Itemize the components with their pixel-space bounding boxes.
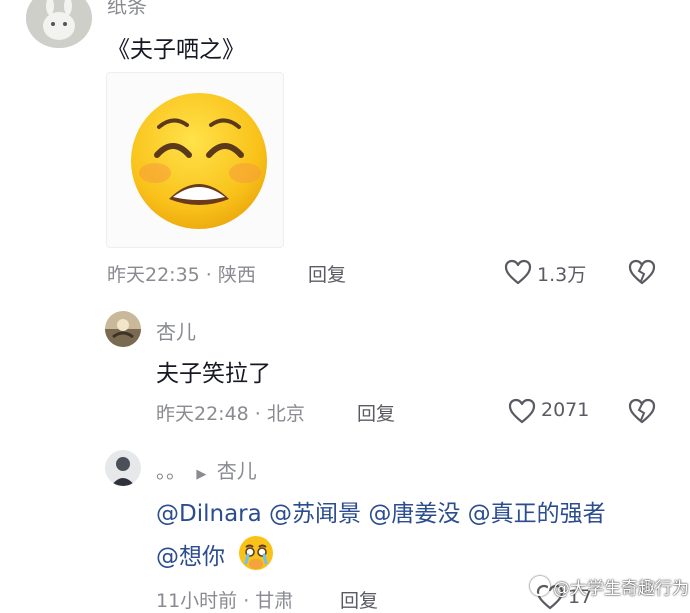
reply-username[interactable]: 杏儿 [156,316,196,345]
heart-icon[interactable] [504,259,532,285]
reply-username-prefix: 。。 [156,459,186,483]
watermark-logo-icon [530,576,550,596]
avatar-image [105,311,141,347]
mention-link[interactable]: @想你 [156,544,225,570]
reply-arrow-icon: ▶ [196,467,207,482]
heart-icon[interactable] [508,398,536,424]
reply-to-username[interactable]: 杏儿 [217,459,257,483]
avatar-image [105,450,141,486]
avatar[interactable] [26,0,92,48]
comment-image[interactable] [106,72,284,248]
scared-emoji-icon [131,93,267,229]
like-count: 1.3万 [537,264,587,286]
avatar-image [26,0,92,48]
reply-button[interactable]: 回复 [357,399,395,426]
watermark-text: @大学生奇趣行为 [553,579,689,599]
reply-button[interactable]: 回复 [340,586,378,613]
dislike-icon[interactable] [628,398,656,424]
dislike-icon[interactable] [628,259,656,285]
reply-text-line2: @想你 [156,537,225,571]
reply-text: @Dilnara @苏闻景 @唐姜没 @真正的强者 [156,494,606,528]
avatar[interactable] [105,450,141,486]
reply-username[interactable]: 。。 ▶ 杏儿 [156,455,257,484]
mention-link[interactable]: @唐姜没 [368,501,460,527]
comment-username[interactable]: 纸条 [107,0,147,19]
comment-meta: 昨天22:35 · 陕西 [107,264,256,286]
reply-button[interactable]: 回复 [308,260,346,287]
mention-link[interactable]: @苏闻景 [269,501,361,527]
avatar[interactable] [105,311,141,347]
mention-link[interactable]: @Dilnara [156,501,262,527]
crying-emoji-icon [236,533,276,573]
reply-meta: 昨天22:48 · 北京 [156,403,305,425]
reply-text: 夫子笑拉了 [156,361,271,387]
mention-link[interactable]: @真正的强者 [468,501,606,527]
reply-meta: 11小时前 · 甘肃 [156,590,294,612]
watermark: @大学生奇趣行为 [530,574,689,599]
like-count: 2071 [541,399,590,421]
comment-text: 《夫子哂之》 [107,37,245,63]
